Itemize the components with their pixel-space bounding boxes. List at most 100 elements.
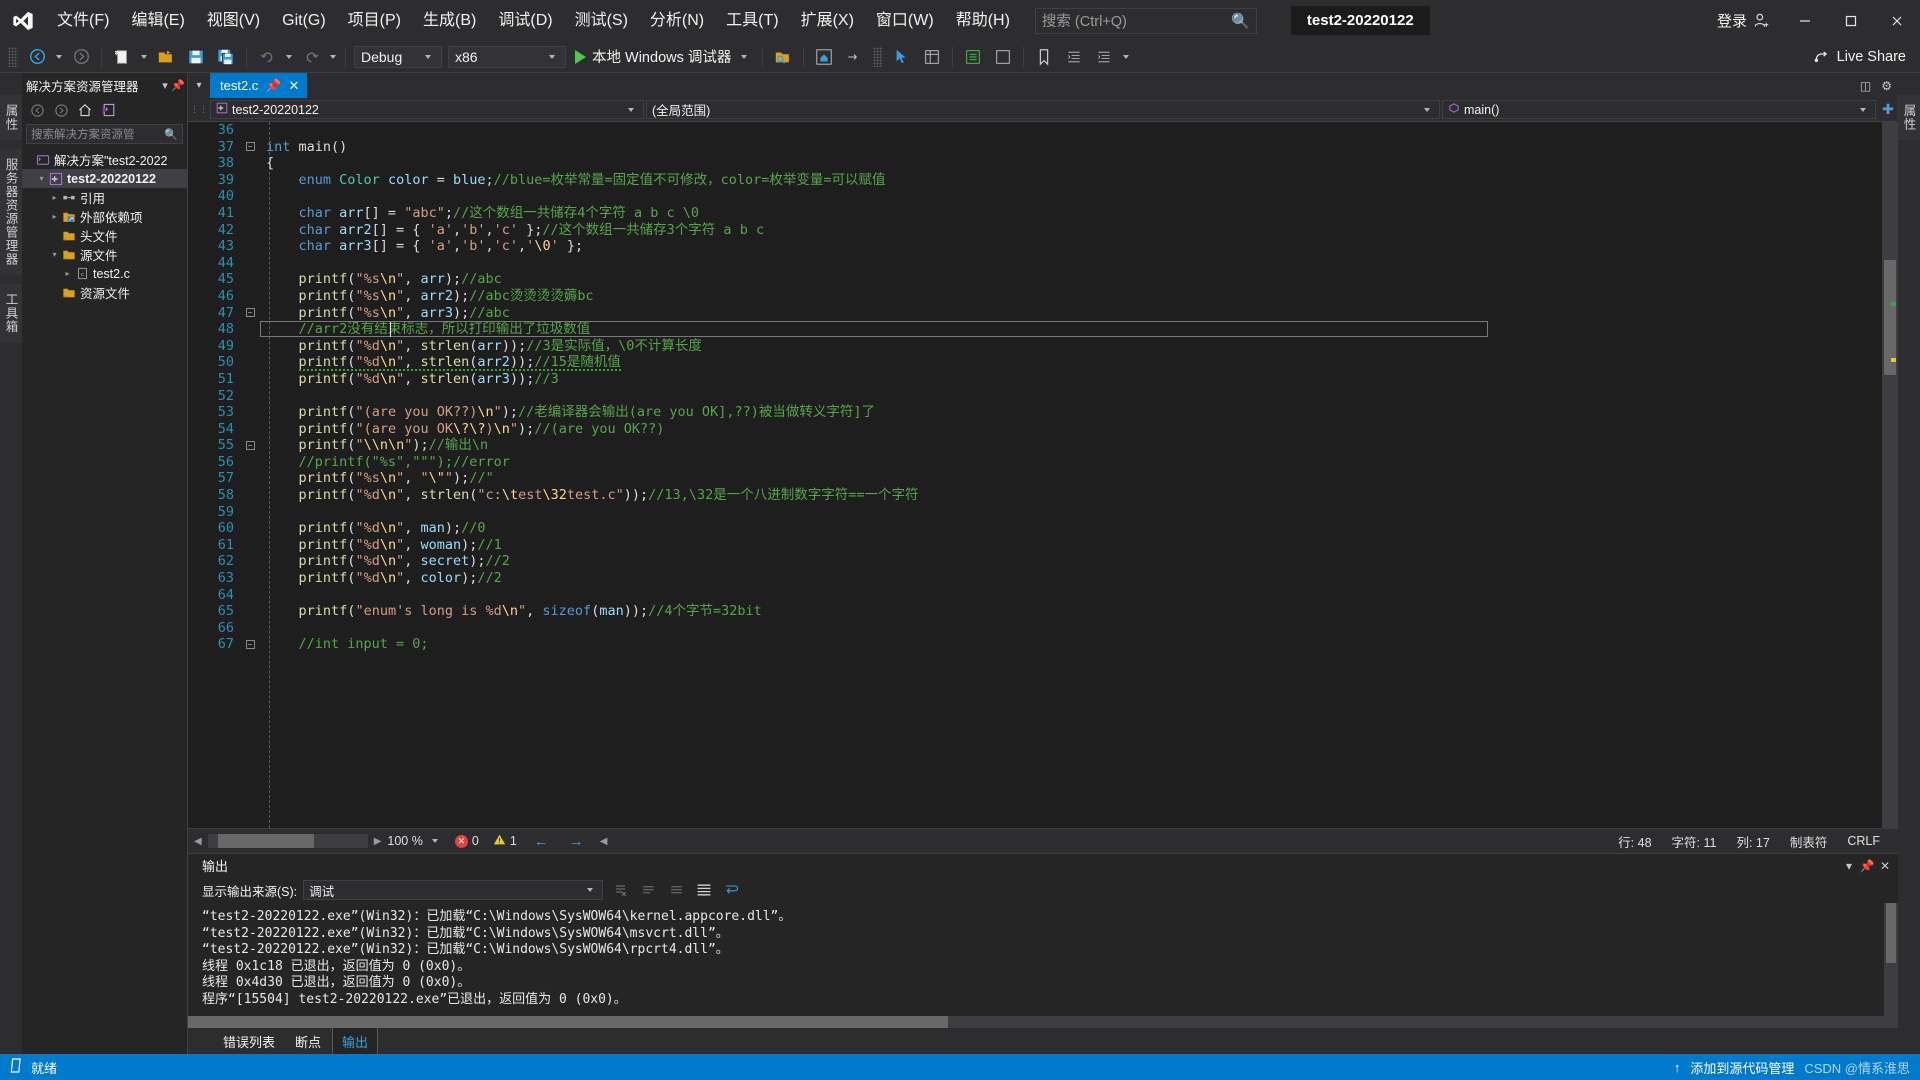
code-line[interactable]: char arr2[] = { 'a','b','c' };//这个数组一共储存… [260, 222, 1882, 239]
comment-selection-button[interactable] [988, 45, 1018, 69]
forward-icon[interactable] [50, 100, 72, 120]
code-line[interactable] [260, 388, 1882, 405]
warning-count-chip[interactable]: 1 [486, 833, 524, 849]
navbar-scope-combo[interactable]: (全局范围) [646, 100, 1440, 119]
new-file-dropdown-icon[interactable] [141, 54, 147, 59]
code-line[interactable] [260, 587, 1882, 604]
home-view-button[interactable] [809, 45, 839, 69]
bottom-tab-breakpoints[interactable]: 断点 [286, 1028, 330, 1055]
fold-toggle-icon[interactable]: − [240, 437, 260, 454]
toolbar-grip-2[interactable] [873, 46, 884, 67]
undo-dropdown-icon[interactable] [286, 54, 292, 59]
menu-item-build[interactable]: 生成(B) [412, 0, 487, 41]
tree-item-references[interactable]: ▸ 引用 [22, 188, 187, 207]
save-all-button[interactable] [211, 45, 241, 69]
toggle-autoscroll-icon[interactable] [665, 880, 687, 900]
menu-item-file[interactable]: 文件(F) [46, 0, 120, 41]
bookmark-button[interactable] [1029, 45, 1059, 69]
arrow-left-icon[interactable]: ← [524, 833, 559, 850]
menu-item-extensions[interactable]: 扩展(X) [790, 0, 865, 41]
tree-item-test2-c[interactable]: ▸ c test2.c [22, 264, 187, 283]
clear-all-icon[interactable] [609, 880, 631, 900]
pin-icon[interactable]: 📌 [265, 78, 281, 94]
code-line[interactable] [260, 620, 1882, 637]
fold-toggle-icon[interactable]: − [240, 305, 260, 322]
code-line[interactable]: printf("%s\n", arr3);//abc [260, 305, 1882, 322]
wrap-icon[interactable] [721, 880, 743, 900]
tree-item-solution[interactable]: 解决方案"test2-2022 [22, 150, 187, 169]
code-line[interactable]: int main() [260, 139, 1882, 156]
save-button[interactable] [181, 45, 211, 69]
bottom-tab-error-list[interactable]: 错误列表 [214, 1028, 284, 1055]
tree-item-project[interactable]: ▾ test2-20220122 [22, 169, 187, 188]
menu-item-analyze[interactable]: 分析(N) [639, 0, 715, 41]
tree-item-source-files[interactable]: ▾ 源文件 [22, 245, 187, 264]
maximize-button[interactable] [1828, 0, 1874, 41]
start-debugging-button[interactable]: 本地 Windows 调试器 [569, 45, 757, 69]
solution-platform-combo[interactable]: x86 [448, 45, 566, 68]
editor-horizontal-scrollbar[interactable] [207, 834, 368, 848]
tab-list-dropdown[interactable]: ▾ [188, 73, 210, 98]
sync-with-editor-icon[interactable] [98, 100, 120, 120]
zoom-level-combo[interactable]: 100 % [381, 834, 447, 848]
output-vertical-scrollbar[interactable] [1884, 903, 1898, 1016]
fold-toggle-icon[interactable]: − [240, 636, 260, 653]
open-file-button[interactable] [151, 45, 181, 69]
solution-tree[interactable]: 解决方案"test2-2022 ▾ test2-20220122 ▸ 引用 ▸ … [22, 148, 187, 1054]
tree-arrow[interactable]: ▸ [48, 212, 61, 221]
sign-in-button[interactable]: 登录 [1705, 0, 1782, 41]
code-line[interactable]: printf("%d\n", strlen(arr));//3是实际值，\0不计… [260, 338, 1882, 355]
tool-tab-server-explorer[interactable]: 服务器资源管理器 [0, 149, 24, 275]
redo-button[interactable] [296, 45, 326, 69]
fold-gutter[interactable]: − − − − [240, 122, 270, 828]
show-output-icon[interactable] [693, 880, 715, 900]
tree-arrow[interactable]: ▸ [48, 193, 61, 202]
menu-item-help[interactable]: 帮助(H) [945, 0, 1021, 41]
tool-tab-properties[interactable]: 属性 [0, 95, 24, 140]
code-line[interactable]: printf("(are you OK??)\n");//老编译器会输出(are… [260, 404, 1882, 421]
minimize-button[interactable] [1782, 0, 1828, 41]
code-line[interactable]: printf("%s\n", "\"");//" [260, 470, 1882, 487]
code-line[interactable]: printf("\\n\n");//输出\n [260, 437, 1882, 454]
toolbox-button[interactable] [958, 45, 988, 69]
tool-tab-toolbox[interactable]: 工具箱 [0, 284, 24, 343]
error-count-chip[interactable]: ✕ 0 [448, 834, 486, 848]
toggle-wordwrap-icon[interactable] [637, 880, 659, 900]
code-line[interactable]: printf("%s\n", arr);//abc [260, 271, 1882, 288]
code-line[interactable]: printf("%s\n", arr2);//abc烫烫烫烫薅bc [260, 288, 1882, 305]
code-line[interactable]: //printf("%s",""");//error [260, 454, 1882, 471]
code-line[interactable] [260, 122, 1882, 139]
code-line[interactable] [260, 255, 1882, 272]
code-line[interactable]: printf("%d\n", strlen(arr3));//3 [260, 371, 1882, 388]
menu-item-edit[interactable]: 编辑(E) [120, 0, 195, 41]
undo-button[interactable] [252, 45, 282, 69]
menu-item-window[interactable]: 窗口(W) [865, 0, 945, 41]
output-hscroll-thumb[interactable] [188, 1016, 948, 1028]
global-search-input[interactable]: 搜索 (Ctrl+Q) 🔍 [1034, 7, 1257, 34]
hscroll-right-arrow[interactable]: ▶ [374, 836, 382, 847]
hscroll-thumb[interactable] [217, 834, 314, 848]
output-horizontal-scrollbar[interactable] [188, 1016, 1898, 1028]
output-text-area[interactable]: “test2-20220122.exe”(Win32)：已加载“C:\Windo… [188, 903, 1898, 1016]
back-icon[interactable] [26, 100, 48, 120]
main-menu[interactable]: 文件(F) 编辑(E) 视图(V) Git(G) 项目(P) 生成(B) 调试(… [46, 0, 1021, 41]
properties-window-button[interactable] [917, 45, 947, 69]
code-line[interactable]: printf("%d\n", strlen(arr2));//15是随机值 [260, 354, 1882, 371]
code-line[interactable]: { [260, 155, 1882, 172]
redo-dropdown-icon[interactable] [330, 54, 336, 59]
code-line[interactable]: printf("%d\n", man);//0 [260, 520, 1882, 537]
tree-arrow[interactable]: ▸ [61, 269, 74, 278]
tree-item-resource-files[interactable]: 资源文件 [22, 283, 187, 302]
pin-icon[interactable]: 📌 [171, 79, 185, 92]
indent-decrease-button[interactable] [1059, 45, 1089, 69]
code-line[interactable] [260, 188, 1882, 205]
code-line[interactable]: char arr3[] = { 'a','b','c','\0' }; [260, 238, 1882, 255]
gear-icon[interactable]: ⚙ [1881, 79, 1892, 93]
navbar-member-combo[interactable]: main() [1442, 100, 1876, 119]
code-line[interactable]: printf("enum's long is %d\n", sizeof(man… [260, 603, 1882, 620]
source-control-label[interactable]: 添加到源代码管理 [1690, 1058, 1794, 1077]
add-split-icon[interactable]: ✚ [1878, 101, 1898, 118]
code-line[interactable]: char arr[] = "abc";//这个数组一共储存4个字符 a b c … [260, 205, 1882, 222]
editor-vertical-scrollbar[interactable] [1882, 122, 1898, 828]
editor-tab-test2-c[interactable]: test2.c 📌 ✕ [210, 73, 308, 98]
